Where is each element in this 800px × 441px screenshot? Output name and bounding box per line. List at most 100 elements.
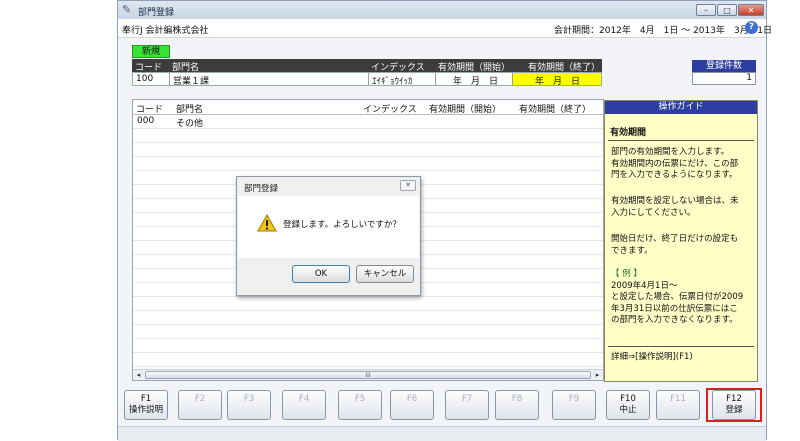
guide-example: 【 例 】 2009年4月1日～ と設定した場合、伝票日付が2009 年3月31… bbox=[611, 269, 757, 327]
list-header-index: インデックス bbox=[363, 105, 417, 115]
guide-paragraph-3: 開始日だけ、終了日だけの設定も できます。 bbox=[611, 234, 757, 257]
warning-icon bbox=[257, 214, 277, 232]
list-header-start: 有効期間（開始） bbox=[429, 105, 502, 115]
code-field[interactable]: 100 bbox=[136, 74, 153, 84]
f5-button[interactable]: F5 bbox=[338, 390, 382, 420]
list-row-empty bbox=[133, 157, 603, 171]
key-name: F1 bbox=[140, 394, 152, 404]
guide-paragraph-1: 部門の有効期間を入力します。 有効期間内の伝票にだけ、この部 門を入力できるよう… bbox=[611, 147, 757, 182]
guide-line: 2009年4月1日～ bbox=[611, 280, 678, 291]
app-icon: ✎ bbox=[122, 3, 132, 16]
list-header-name: 部門名 bbox=[176, 105, 204, 115]
f3-button[interactable]: F3 bbox=[227, 390, 271, 420]
title-bar[interactable]: ✎ 部門登録 – □ ✕ bbox=[118, 1, 766, 19]
main-window: ✎ 部門登録 – □ ✕ 奉行J 会計編株式会社 会計期間：2012年 4月 1… bbox=[117, 0, 772, 441]
guide-title: 有効期間 bbox=[610, 128, 647, 138]
list-header-code: コード bbox=[136, 105, 164, 115]
list-row-empty bbox=[133, 311, 603, 325]
guide-line: と設定した場合、伝票日付が2009 bbox=[611, 292, 744, 302]
list-row-empty bbox=[133, 297, 603, 311]
f9-button[interactable]: F9 bbox=[552, 390, 596, 420]
list-row-empty bbox=[133, 353, 603, 367]
info-bar: 奉行J 会計編株式会社 会計期間：2012年 4月 1日 ～ 2013年 3月 … bbox=[118, 19, 772, 38]
status-bar bbox=[118, 426, 766, 441]
guide-divider bbox=[608, 140, 754, 141]
guide-line: 門を入力できるようになります。 bbox=[611, 170, 738, 180]
f11-button[interactable]: F11 bbox=[656, 390, 700, 420]
list-header: コード 部門名 インデックス 有効期間（開始） 有効期間（終了） bbox=[133, 100, 603, 115]
confirm-dialog: 部門登録 ✕ 登録します。よろしいですか？ OK キャンセル bbox=[236, 176, 421, 296]
key-name: F2 bbox=[194, 394, 206, 404]
dialog-title: 部門登録 bbox=[244, 184, 279, 194]
new-mode-badge: 新規 bbox=[132, 45, 170, 58]
key-name: F4 bbox=[298, 394, 310, 404]
f8-button[interactable]: F8 bbox=[495, 390, 539, 420]
entry-row: 100 営業１課 ｴｲｷﾞｮｳｲｯｶ 年 月 日 年 月 日 bbox=[132, 72, 602, 87]
scroll-thumb[interactable]: III bbox=[145, 371, 591, 379]
key-name: F3 bbox=[243, 394, 255, 404]
guide-divider bbox=[608, 346, 754, 347]
cancel-button[interactable]: キャンセル bbox=[356, 265, 414, 283]
f12-button[interactable]: F12 登録 bbox=[712, 390, 756, 420]
key-name: F7 bbox=[461, 394, 473, 404]
help-icon[interactable]: ? bbox=[745, 21, 758, 34]
end-date-text[interactable]: 年 月 日 bbox=[535, 74, 580, 87]
ok-button[interactable]: OK bbox=[292, 265, 350, 283]
close-button[interactable]: ✕ bbox=[738, 4, 764, 16]
list-row-empty bbox=[133, 129, 603, 143]
f6-button[interactable]: F6 bbox=[390, 390, 434, 420]
guide-line: の部門を入力できなくなります。 bbox=[611, 315, 738, 325]
f7-button[interactable]: F7 bbox=[445, 390, 489, 420]
count-label: 登録件数 bbox=[692, 60, 756, 72]
key-name: F12 bbox=[726, 394, 742, 404]
guide-line: できます。 bbox=[611, 245, 653, 256]
start-date-field[interactable]: 年 月 日 bbox=[453, 74, 498, 87]
f10-button[interactable]: F10 中止 bbox=[606, 390, 650, 420]
key-label: 登録 bbox=[725, 405, 743, 415]
list-row-name: その他 bbox=[176, 119, 204, 129]
f2-button[interactable]: F2 bbox=[178, 390, 222, 420]
company-name: 奉行J 会計編株式会社 bbox=[122, 26, 209, 36]
guide-paragraph-2: 有効期間を設定しない場合は、未 入力にしてください。 bbox=[611, 196, 757, 219]
list-row-empty bbox=[133, 339, 603, 353]
list-row[interactable]: 000 その他 bbox=[133, 115, 603, 129]
guide-line: 有効期間を設定しない場合は、未 bbox=[611, 196, 739, 206]
key-name: F8 bbox=[511, 394, 523, 404]
guide-example-label: 【 例 】 bbox=[611, 269, 642, 279]
minimize-button[interactable]: – bbox=[696, 4, 716, 16]
list-row-empty bbox=[133, 325, 603, 339]
index-field[interactable]: ｴｲｷﾞｮｳｲｯｶ bbox=[372, 74, 413, 87]
guide-line: 開始日だけ、終了日だけの設定も bbox=[611, 234, 739, 244]
scroll-right-icon[interactable]: ▸ bbox=[592, 370, 603, 380]
guide-header: 操作ガイド bbox=[605, 101, 757, 114]
key-name: F5 bbox=[354, 394, 366, 404]
accounting-period: 会計期間：2012年 4月 1日 ～ 2013年 3月 31日 bbox=[554, 26, 773, 36]
key-name: F6 bbox=[406, 394, 418, 404]
count-value: 1 bbox=[692, 72, 756, 85]
f4-button[interactable]: F4 bbox=[282, 390, 326, 420]
guide-line: 入力にしてください。 bbox=[611, 207, 696, 218]
guide-line: 部門の有効期間を入力します。 bbox=[611, 147, 730, 157]
dialog-message: 登録します。よろしいですか？ bbox=[283, 220, 401, 230]
horizontal-scrollbar[interactable]: ◂ III ▸ bbox=[133, 369, 603, 380]
guide-line: 有効期間内の伝票にだけ、この部 bbox=[611, 158, 739, 169]
key-name: F10 bbox=[620, 394, 636, 404]
list-row-empty bbox=[133, 143, 603, 157]
function-key-bar: F1 操作説明 F2 F3 F4 F5 F6 F7 F8 F9 F10 中止 F11… bbox=[118, 385, 766, 425]
list-header-end: 有効期間（終了） bbox=[519, 105, 592, 115]
key-name: F9 bbox=[568, 394, 580, 404]
key-name: F11 bbox=[670, 394, 686, 404]
list-row-code: 000 bbox=[137, 116, 155, 126]
key-label: 中止 bbox=[619, 405, 637, 415]
key-label: 操作説明 bbox=[128, 405, 163, 415]
guide-line: 年3月31日以前の仕訳伝票にはこ bbox=[611, 303, 738, 314]
scroll-left-icon[interactable]: ◂ bbox=[133, 370, 144, 380]
dialog-close-button[interactable]: ✕ bbox=[400, 180, 416, 191]
f1-button[interactable]: F1 操作説明 bbox=[124, 390, 168, 420]
guide-detail-link[interactable]: 詳細⇒[操作説明](F1) bbox=[611, 352, 757, 364]
operation-guide-panel: 操作ガイド 有効期間 部門の有効期間を入力します。 有効期間内の伝票にだけ、この… bbox=[604, 100, 758, 382]
department-name-field[interactable]: 営業１課 bbox=[173, 74, 209, 87]
entry-header: コード 部門名 インデックス 有効期間（開始） 有効期間（終了） bbox=[132, 59, 602, 73]
window-title: 部門登録 bbox=[138, 8, 175, 18]
maximize-button[interactable]: □ bbox=[717, 4, 737, 16]
